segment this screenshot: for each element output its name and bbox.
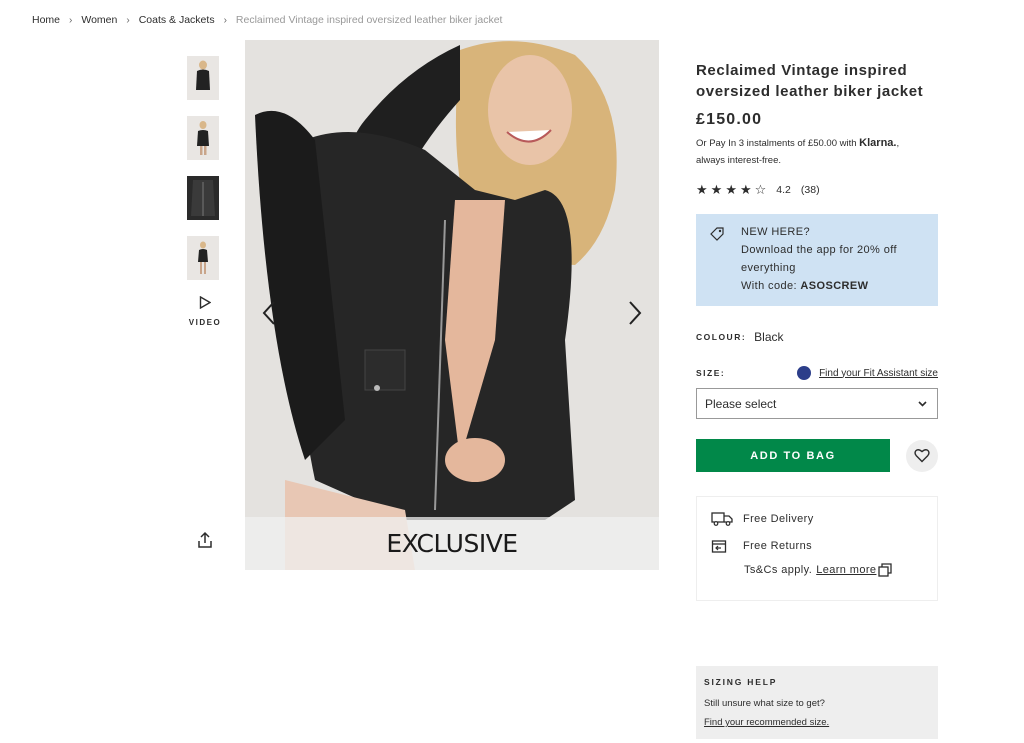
video-label: VIDEO — [188, 318, 222, 327]
chevron-right-icon: › — [126, 14, 130, 26]
terms-text: Ts&Cs apply. — [744, 564, 813, 576]
thumbnail-3[interactable] — [187, 176, 219, 220]
exclusive-banner: EXCLUSIVE — [245, 517, 659, 570]
sizing-help-heading: SIZING HELP — [704, 677, 778, 687]
thumbnail-4[interactable] — [187, 236, 219, 280]
recommended-size-link[interactable]: Find your recommended size. — [704, 717, 829, 728]
chevron-down-icon — [918, 400, 927, 407]
rating-value: 4.2 — [776, 183, 791, 196]
size-select-value: Please select — [705, 396, 777, 411]
chevron-left-icon — [262, 301, 275, 325]
share-icon — [198, 531, 212, 548]
colour-row: COLOUR: Black — [696, 330, 938, 344]
rating-stars: ★ ★ ★ ★ ☆ — [696, 183, 766, 196]
fit-assistant[interactable]: Find your Fit Assistant size — [797, 366, 938, 380]
product-title: Reclaimed Vintage inspired oversized lea… — [696, 62, 924, 100]
heart-icon — [914, 449, 930, 463]
klarna-message: Or Pay In 3 instalments of £50.00 with K… — [696, 137, 900, 166]
size-row: SIZE: Find your Fit Assistant size — [696, 366, 938, 380]
star-filled-icon: ★ — [696, 182, 708, 197]
star-filled-icon: ★ — [710, 182, 723, 197]
purchase-row: ADD TO BAG — [696, 439, 938, 472]
save-for-later-button[interactable] — [906, 439, 938, 472]
thumbnail-1[interactable] — [187, 56, 219, 100]
chevron-right-icon: › — [223, 14, 227, 26]
promo-heading: NEW HERE? — [741, 226, 810, 238]
chevron-right-icon — [629, 301, 642, 325]
size-select[interactable]: Please select — [696, 388, 938, 419]
klarna-suffix: always interest-free. — [696, 155, 782, 166]
exclusive-text: EXCLUSIVE — [386, 529, 518, 558]
fit-assistant-icon — [797, 366, 812, 380]
chevron-right-icon: › — [69, 14, 73, 26]
promo-code-prefix: With code: — [741, 280, 801, 292]
free-returns-row: Free Returns — [711, 536, 937, 556]
tag-icon — [710, 227, 724, 241]
product-rating[interactable]: ★ ★ ★ ★ ☆ 4.2 (38) — [696, 183, 938, 196]
returns-icon — [711, 540, 727, 553]
star-filled-icon: ★ — [725, 182, 737, 197]
rating-count: (38) — [800, 183, 820, 196]
next-image-button[interactable] — [623, 298, 647, 328]
add-to-bag-button[interactable]: ADD TO BAG — [696, 439, 890, 472]
free-delivery-text: Free Delivery — [743, 513, 814, 525]
terms-row: Ts&Cs apply. Learn more — [744, 563, 937, 577]
thumbnail-list — [187, 56, 221, 296]
delivery-info-box: Free Delivery Free Returns Ts&Cs apply. … — [696, 496, 938, 601]
product-image — [245, 40, 659, 570]
thumbnail-2[interactable] — [187, 116, 219, 160]
breadcrumb: Home › Women › Coats & Jackets › Reclaim… — [32, 14, 502, 26]
play-icon — [199, 295, 212, 310]
colour-label: COLOUR: — [696, 332, 747, 342]
size-label: SIZE: — [696, 368, 726, 378]
breadcrumb-home[interactable]: Home — [32, 14, 60, 26]
promo-text: Download the app for 20% off everything — [741, 244, 897, 274]
free-delivery-row: Free Delivery — [711, 509, 937, 529]
promo-code-line: With code: ASOSCREW — [741, 277, 928, 295]
free-returns-text: Free Returns — [743, 540, 812, 552]
breadcrumb-current: Reclaimed Vintage inspired oversized lea… — [235, 14, 503, 26]
promo-code: ASOSCREW — [800, 280, 869, 292]
klarna-logo: Klarna. — [859, 137, 897, 149]
promo-banner[interactable]: NEW HERE? Download the app for 20% off e… — [696, 214, 938, 306]
sizing-help-text: Still unsure what size to get? — [704, 698, 825, 709]
share-button[interactable] — [195, 530, 215, 550]
sizing-help-box: SIZING HELP Still unsure what size to ge… — [696, 666, 938, 739]
previous-image-button[interactable] — [257, 298, 281, 328]
product-info-panel: Reclaimed Vintage inspired oversized lea… — [696, 60, 938, 601]
popup-icon[interactable] — [878, 563, 893, 577]
colour-value: Black — [754, 330, 784, 344]
star-filled-icon: ★ — [739, 182, 752, 197]
truck-icon — [711, 512, 733, 526]
breadcrumb-women[interactable]: Women — [81, 14, 117, 26]
learn-more-link[interactable]: Learn more — [816, 564, 876, 576]
fit-assistant-link[interactable]: Find your Fit Assistant size — [819, 368, 938, 379]
product-price: £150.00 — [696, 111, 763, 128]
product-image-gallery: EXCLUSIVE — [245, 40, 659, 570]
video-button[interactable]: VIDEO — [187, 295, 223, 327]
star-outline-icon: ☆ — [754, 182, 767, 197]
klarna-prefix: Or Pay In 3 instalments of £50.00 with — [696, 138, 857, 149]
breadcrumb-coats-jackets[interactable]: Coats & Jackets — [139, 14, 215, 26]
